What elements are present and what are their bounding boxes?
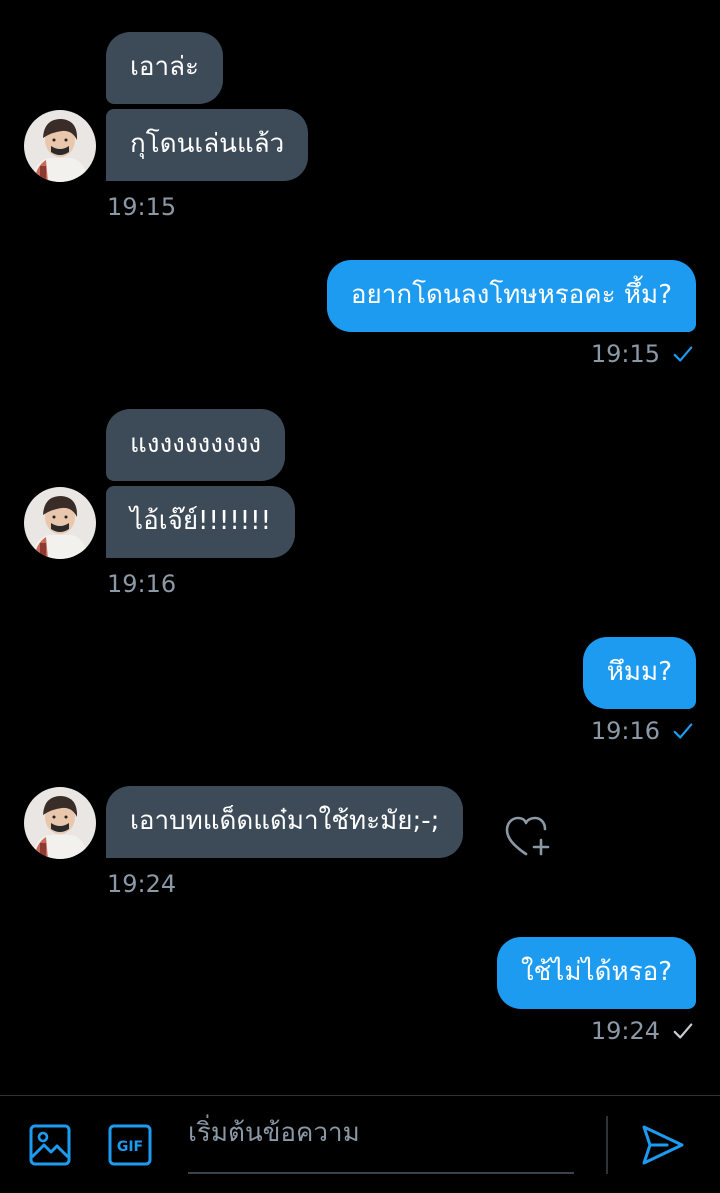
message-composer: GIF [0,1095,720,1193]
svg-text:GIF: GIF [117,1139,143,1155]
message-timestamp: 19:24 [107,870,177,898]
image-icon[interactable] [29,1124,71,1170]
gif-icon[interactable]: GIF [108,1124,152,1170]
message-timestamp: 19:16 [107,570,177,598]
message-text: แงงงงงงงงง [130,429,262,459]
incoming-message-bubble[interactable]: เอาล่ะ [106,32,223,104]
incoming-message-bubble[interactable]: ไอ้เจ๊ย์!!!!!!! [106,486,296,558]
outgoing-message-bubble[interactable]: หึมม? [582,637,696,709]
message-text: ใช้ไม่ได้หรอ? [520,957,672,987]
message-text: กุโดนเล่นแล้ว [130,129,285,159]
avatar[interactable] [24,487,96,559]
message-input-wrapper [188,1114,574,1174]
incoming-message-bubble[interactable]: กุโดนเล่นแล้ว [106,109,309,181]
incoming-message-bubble[interactable]: แงงงงงงงงง [106,409,286,481]
check-icon [672,1020,694,1042]
incoming-message-bubble[interactable]: เอาบทแด็ดแด๋มาใช้ทะมัย;-; [106,786,464,858]
message-text: ไอ้เจ๊ย์!!!!!!! [130,506,272,536]
message-timestamp: 19:15 [590,340,660,368]
message-status: 19:16 [591,717,694,745]
avatar[interactable] [24,110,96,182]
heart-plus-icon[interactable] [503,814,553,858]
message-status: 19:15 [591,340,694,368]
divider [606,1116,608,1174]
message-text: เอาล่ะ [130,52,199,82]
check-icon [672,720,694,742]
message-timestamp: 19:15 [107,193,177,221]
message-timestamp: 19:16 [590,717,660,745]
check-icon [672,343,694,365]
message-text: เอาบทแด็ดแด๋มาใช้ทะมัย;-; [130,806,440,836]
message-input[interactable] [188,1114,574,1148]
message-text: หึมม? [606,657,672,687]
message-thread: เอาล่ะ กุโดนเล่นแล้ว 19:15 อยากโดนลงโทษห… [0,0,720,1095]
send-icon[interactable] [641,1124,685,1170]
outgoing-message-bubble[interactable]: ใช้ไม่ได้หรอ? [496,937,696,1009]
outgoing-message-bubble[interactable]: อยากโดนลงโทษหรอคะ หึ้ม? [326,260,696,332]
message-timestamp: 19:24 [590,1017,660,1045]
message-status: 19:24 [591,1017,694,1045]
avatar[interactable] [24,787,96,859]
message-text: อยากโดนลงโทษหรอคะ หึ้ม? [350,280,672,310]
